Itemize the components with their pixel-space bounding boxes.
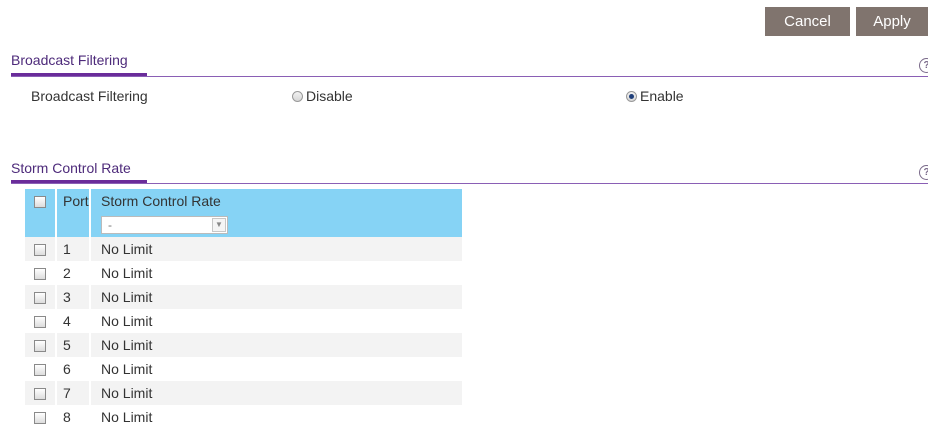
rate-cell: No Limit bbox=[90, 309, 462, 333]
help-icon[interactable]: ? bbox=[919, 58, 928, 73]
rate-cell: No Limit bbox=[90, 285, 462, 309]
section-divider bbox=[11, 183, 928, 184]
storm-control-table: Port Storm Control Rate - ▼ 1 No Limit 2… bbox=[25, 189, 462, 429]
port-cell: 2 bbox=[56, 261, 91, 285]
filter-cell-empty bbox=[56, 213, 91, 237]
table-row[interactable]: 2 No Limit bbox=[25, 261, 462, 285]
select-all-checkbox[interactable] bbox=[34, 196, 46, 209]
port-cell: 4 bbox=[56, 309, 91, 333]
rate-column-header: Storm Control Rate bbox=[90, 189, 462, 213]
table-row[interactable]: 3 No Limit bbox=[25, 285, 462, 309]
rate-cell: No Limit bbox=[90, 333, 462, 357]
section-divider bbox=[11, 76, 928, 77]
enable-radio[interactable] bbox=[626, 90, 637, 102]
enable-radio-option[interactable]: Enable bbox=[626, 88, 684, 104]
port-cell: 8 bbox=[56, 405, 91, 429]
select-all-cell bbox=[25, 189, 57, 213]
table-row[interactable]: 6 No Limit bbox=[25, 357, 462, 381]
chevron-down-icon[interactable]: ▼ bbox=[212, 218, 226, 233]
table-row[interactable]: 5 No Limit bbox=[25, 333, 462, 357]
rate-filter-cell: - ▼ bbox=[90, 213, 462, 237]
rate-cell: No Limit bbox=[90, 381, 462, 405]
port-cell: 1 bbox=[56, 237, 91, 261]
enable-label: Enable bbox=[640, 88, 684, 104]
row-checkbox[interactable] bbox=[34, 268, 46, 281]
port-cell: 6 bbox=[56, 357, 91, 381]
help-icon[interactable]: ? bbox=[919, 165, 928, 180]
rate-cell: No Limit bbox=[90, 237, 462, 261]
rate-filter-value: - bbox=[108, 218, 112, 233]
disable-label: Disable bbox=[306, 88, 353, 104]
port-cell: 7 bbox=[56, 381, 91, 405]
broadcast-filtering-label: Broadcast Filtering bbox=[31, 88, 148, 104]
table-row[interactable]: 4 No Limit bbox=[25, 309, 462, 333]
storm-control-section-title: Storm Control Rate bbox=[11, 160, 131, 176]
broadcast-filtering-section-title: Broadcast Filtering bbox=[11, 52, 128, 68]
rate-cell: No Limit bbox=[90, 405, 462, 429]
table-row[interactable]: 7 No Limit bbox=[25, 381, 462, 405]
table-row[interactable]: 8 No Limit bbox=[25, 405, 462, 429]
port-cell: 3 bbox=[56, 285, 91, 309]
apply-button[interactable]: Apply bbox=[856, 7, 928, 36]
rate-filter-select[interactable]: - ▼ bbox=[101, 216, 228, 235]
disable-radio-option[interactable]: Disable bbox=[292, 88, 353, 104]
row-checkbox[interactable] bbox=[34, 244, 46, 257]
filter-row: - ▼ bbox=[25, 213, 462, 237]
filter-cell-empty bbox=[25, 213, 57, 237]
cancel-button[interactable]: Cancel bbox=[765, 7, 850, 36]
table-header-row: Port Storm Control Rate bbox=[25, 189, 462, 213]
row-checkbox[interactable] bbox=[34, 292, 46, 305]
table-row[interactable]: 1 No Limit bbox=[25, 237, 462, 261]
port-cell: 5 bbox=[56, 333, 91, 357]
disable-radio[interactable] bbox=[292, 90, 303, 102]
row-checkbox[interactable] bbox=[34, 316, 46, 329]
row-checkbox[interactable] bbox=[34, 340, 46, 353]
rate-cell: No Limit bbox=[90, 357, 462, 381]
rate-cell: No Limit bbox=[90, 261, 462, 285]
row-checkbox[interactable] bbox=[34, 364, 46, 377]
row-checkbox[interactable] bbox=[34, 412, 46, 425]
port-column-header: Port bbox=[56, 189, 91, 213]
row-checkbox[interactable] bbox=[34, 388, 46, 401]
